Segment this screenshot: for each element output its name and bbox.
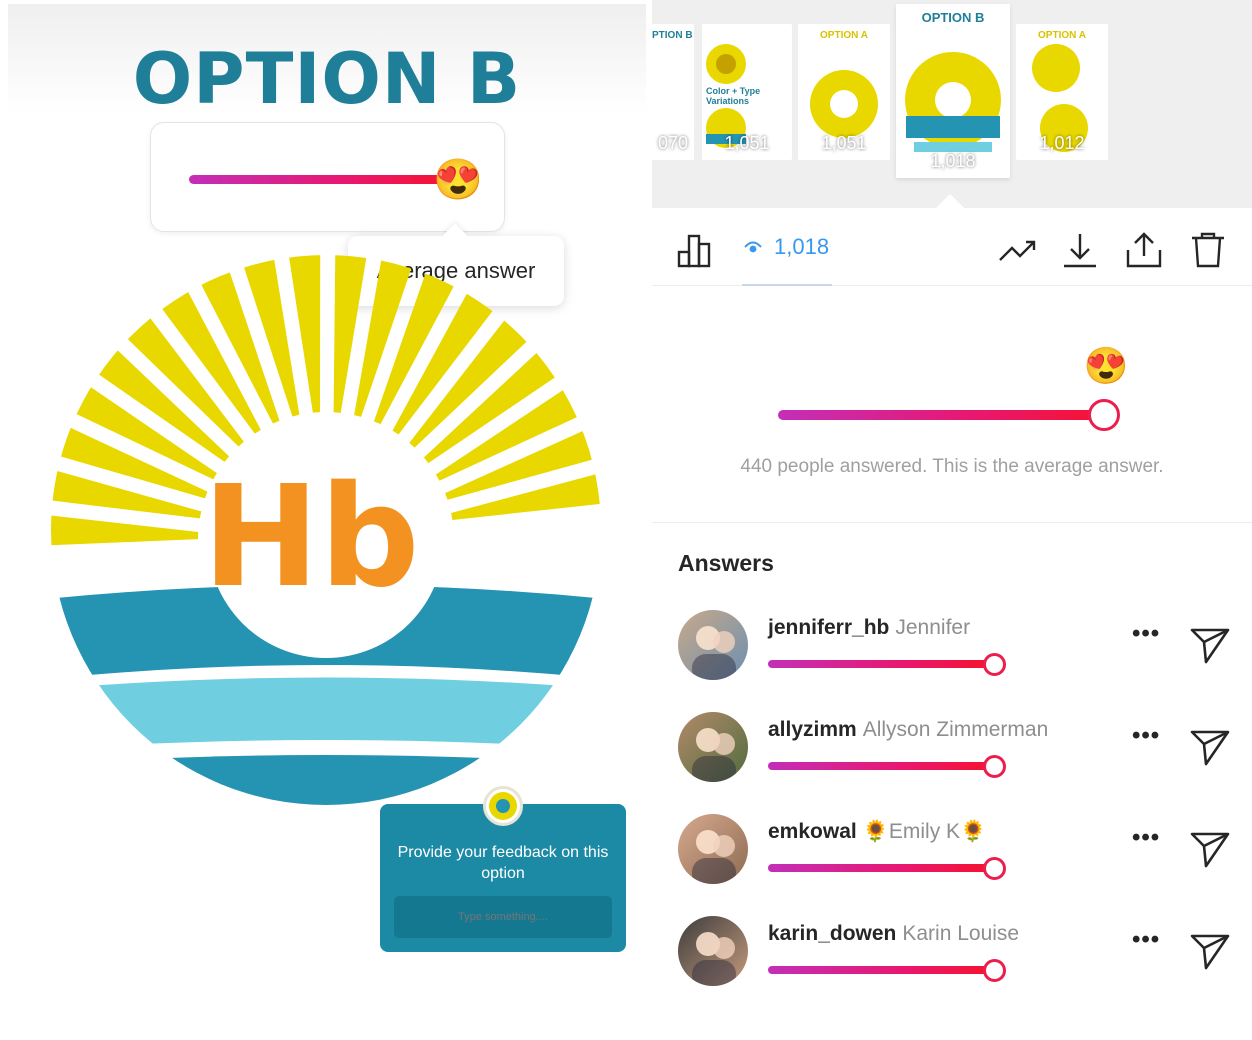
tab-indicator (742, 284, 832, 286)
insights-toolbar: 1,018 (652, 212, 1252, 286)
answer-slider-track (768, 966, 996, 974)
more-options-icon[interactable]: ••• (1132, 926, 1160, 954)
answer-username[interactable]: emkowal 🌻Emily K🌻 (768, 820, 986, 844)
heart-eyes-emoji[interactable]: 😍 (433, 157, 483, 203)
eye-icon (744, 241, 762, 253)
story-title: OPTION B (132, 38, 522, 120)
avatar[interactable] (678, 916, 748, 986)
story-thumbnail-active[interactable]: OPTION B 1,018 (896, 4, 1010, 178)
average-emoji: 😍 (1083, 345, 1129, 386)
average-caption: 440 people answered. This is the average… (740, 456, 1164, 477)
answer-slider-knob (982, 653, 1006, 676)
average-slider-knob (1087, 399, 1120, 431)
answer-fullname: Jennifer (895, 616, 971, 639)
avatar[interactable] (678, 712, 748, 782)
sun-ray (51, 512, 199, 547)
answer-fullname: Karin Louise (902, 922, 1020, 945)
story-thumbnail[interactable]: PTION B 070 (652, 24, 694, 160)
answer-fullname: Allyson Zimmerman (862, 718, 1049, 741)
more-options-icon[interactable]: ••• (1132, 620, 1160, 648)
answer-row[interactable]: karin_dowen Karin Louise ••• (652, 916, 1252, 1006)
trash-icon[interactable] (1186, 228, 1230, 272)
more-options-icon[interactable]: ••• (1132, 824, 1160, 852)
answer-row[interactable]: emkowal 🌻Emily K🌻 ••• (652, 814, 1252, 904)
send-icon[interactable] (1188, 724, 1232, 768)
story-thumbnail[interactable]: OPTION A 1,012 (1016, 24, 1108, 160)
answer-slider-knob (982, 857, 1006, 880)
answer-fullname: 🌻Emily K🌻 (862, 820, 987, 843)
answer-slider-knob (982, 959, 1006, 982)
views-count: 1,018 (774, 234, 830, 259)
answer-slider-track (768, 660, 996, 668)
trend-icon[interactable] (996, 228, 1040, 272)
answer-row[interactable]: allyzimm Allyson Zimmerman ••• (652, 712, 1252, 802)
send-icon[interactable] (1188, 928, 1232, 972)
answer-username[interactable]: karin_dowen Karin Louise (768, 922, 1019, 946)
story-thumbnail[interactable]: Color + Type Variations 1,051 (702, 24, 792, 160)
answer-slider-knob (982, 755, 1006, 778)
story-preview: OPTION B 😍 Average answer Hb Provide you… (8, 4, 646, 1034)
story-thumbnail[interactable]: OPTION A 1,051 (798, 24, 890, 160)
logo-letters: Hb (202, 456, 419, 619)
answer-username[interactable]: jenniferr_hb Jennifer (768, 616, 970, 640)
share-icon[interactable] (1122, 228, 1166, 272)
views-tab[interactable]: 1,018 (744, 234, 829, 260)
sun-ray (451, 468, 601, 520)
feedback-input[interactable] (394, 896, 612, 938)
sun-logo-graphic: Hb (51, 255, 601, 805)
story-thumbnail-strip[interactable]: PTION B 070 Color + Type Variations 1,05… (652, 0, 1252, 223)
hb-logo: Hb (36, 240, 616, 820)
bar-chart-icon[interactable] (674, 228, 718, 272)
feedback-question-sticker[interactable]: Provide your feedback on this option (380, 786, 626, 952)
download-icon[interactable] (1058, 228, 1102, 272)
more-options-icon[interactable]: ••• (1132, 722, 1160, 750)
answer-username[interactable]: allyzimm Allyson Zimmerman (768, 718, 1048, 742)
answer-slider-track (768, 762, 996, 770)
insights-panel: PTION B 070 Color + Type Variations 1,05… (652, 0, 1252, 1040)
slider-track (189, 175, 457, 184)
emoji-slider-sticker[interactable]: 😍 (150, 122, 505, 232)
send-icon[interactable] (1188, 622, 1232, 666)
profile-avatar (483, 786, 523, 826)
feedback-prompt: Provide your feedback on this option (397, 844, 609, 882)
average-slider-track (778, 410, 1114, 420)
avatar[interactable] (678, 814, 748, 884)
answer-slider-track (768, 864, 996, 872)
avatar[interactable] (678, 610, 748, 680)
send-icon[interactable] (1188, 826, 1232, 870)
answers-heading: Answers (678, 550, 774, 576)
answer-row[interactable]: jenniferr_hb Jennifer ••• (652, 610, 1252, 700)
divider (652, 522, 1252, 523)
